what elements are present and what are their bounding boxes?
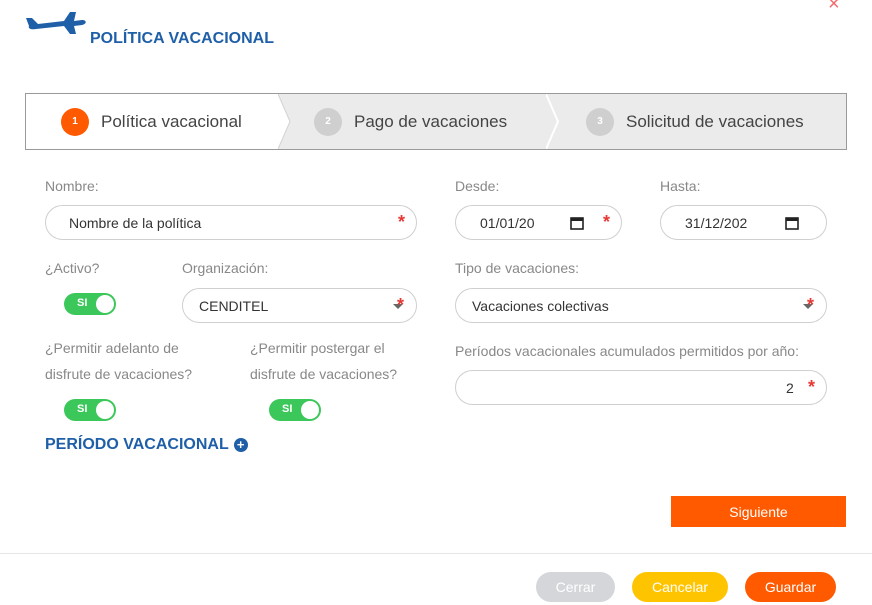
next-button[interactable]: Siguiente [671, 496, 846, 527]
step-pago-vacaciones[interactable]: 2 Pago de vacaciones [314, 94, 507, 149]
hasta-date-field[interactable]: 31/12/202 [660, 205, 827, 240]
required-mark: * [808, 377, 816, 397]
periodos-label: Períodos vacacionales acumulados permiti… [455, 343, 799, 359]
toggle-label: SI [77, 403, 88, 415]
periodo-vacacional-label: PERÍODO VACACIONAL [45, 436, 229, 453]
page-title: POLÍTICA VACACIONAL [90, 30, 274, 47]
save-button[interactable]: Guardar [745, 572, 836, 602]
tipo-vacaciones-value: Vacaciones colectivas [472, 297, 609, 314]
modal-header: POLÍTICA VACACIONAL × [0, 0, 872, 60]
toggle-knob [96, 295, 114, 313]
toggle-label: SI [282, 403, 293, 415]
tipo-vacaciones-label: Tipo de vacaciones: [455, 260, 579, 276]
step-label: Solicitud de vacaciones [626, 111, 804, 131]
periodos-number-field[interactable]: 2 * [455, 370, 827, 405]
step-separator [278, 94, 291, 149]
periodos-value: 2 [786, 380, 794, 396]
organizacion-label: Organización: [182, 260, 269, 276]
adelanto-label-line2: disfrute de vacaciones? [45, 366, 193, 382]
wizard-stepper: 1 Política vacacional 2 Pago de vacacion… [25, 93, 847, 150]
hasta-label: Hasta: [660, 178, 701, 194]
step-number: 1 [61, 107, 89, 136]
activo-toggle[interactable]: SI [64, 293, 116, 315]
close-button[interactable]: Cerrar [536, 572, 615, 602]
calendar-icon[interactable] [570, 216, 584, 230]
tipo-vacaciones-select[interactable]: Vacaciones colectivas * [455, 288, 827, 323]
required-mark: * [807, 295, 815, 315]
nombre-label: Nombre: [45, 178, 99, 194]
step-separator [546, 94, 560, 149]
step-solicitud-vacaciones[interactable]: 3 Solicitud de vacaciones [586, 94, 804, 149]
nombre-field[interactable]: Nombre de la política * [45, 205, 417, 240]
required-mark: * [603, 212, 611, 232]
required-mark: * [398, 212, 406, 232]
step-politica-vacacional[interactable]: 1 Política vacacional [26, 94, 278, 149]
activo-label: ¿Activo? [45, 260, 100, 276]
step-number: 2 [314, 107, 342, 136]
postergar-toggle[interactable]: SI [269, 399, 321, 421]
plus-circle-icon: + [233, 438, 248, 452]
postergar-label-line2: disfrute de vacaciones? [250, 366, 398, 382]
desde-date-field[interactable]: 01/01/20 * [455, 205, 622, 240]
desde-value: 01/01/20 [480, 214, 535, 231]
hasta-value: 31/12/202 [685, 214, 748, 231]
step-number: 3 [586, 107, 614, 136]
toggle-label: SI [77, 297, 88, 309]
desde-label: Desde: [455, 178, 500, 194]
adelanto-label-line1: ¿Permitir adelanto de [45, 340, 179, 356]
footer-divider [0, 553, 872, 554]
required-mark: * [397, 295, 405, 315]
step-label: Pago de vacaciones [354, 111, 508, 131]
organizacion-select[interactable]: CENDITEL * [182, 288, 417, 323]
toggle-knob [301, 401, 319, 419]
organizacion-value: CENDITEL [199, 297, 269, 314]
toggle-knob [96, 401, 114, 419]
airplane-icon [26, 12, 86, 34]
adelanto-toggle[interactable]: SI [64, 399, 116, 421]
step-label: Política vacacional [101, 111, 242, 131]
calendar-icon[interactable] [785, 216, 799, 230]
close-icon[interactable]: × [828, 0, 840, 14]
add-periodo-vacacional-link[interactable]: PERÍODO VACACIONAL + [45, 436, 248, 454]
cancel-button[interactable]: Cancelar [632, 572, 728, 602]
postergar-label-line1: ¿Permitir postergar el [250, 340, 385, 356]
nombre-placeholder: Nombre de la política [69, 214, 202, 231]
